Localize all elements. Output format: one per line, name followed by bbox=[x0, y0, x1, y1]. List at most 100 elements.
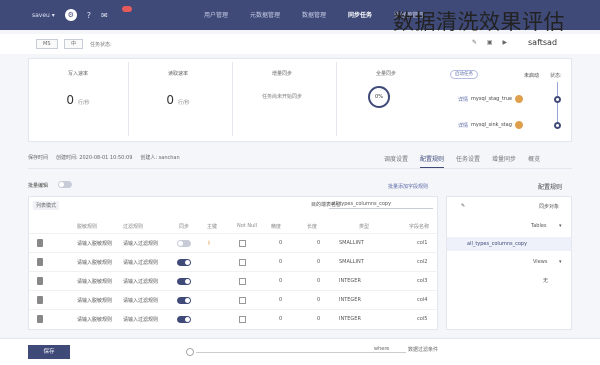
filter-rule-input[interactable]: 请输入过滤规则 bbox=[123, 240, 158, 247]
source-detail-link[interactable]: 详情 bbox=[458, 96, 468, 103]
column-header: 精度 bbox=[271, 224, 282, 230]
table-row: col1 SMALLINT 0 0 ⚷ 请输入过滤规则 请输入脱敏规则 bbox=[29, 233, 439, 252]
column-header: Not Null bbox=[237, 223, 258, 229]
sync-toggle[interactable] bbox=[177, 316, 191, 323]
field-type-select[interactable]: INTEGER bbox=[339, 297, 361, 303]
batch-add-rules-link[interactable]: 批量添加字段规则 bbox=[388, 183, 428, 190]
tab[interactable]: 概览 bbox=[528, 154, 540, 168]
source-detail-link[interactable]: 详情 bbox=[458, 122, 468, 129]
tab[interactable]: 任务设置 bbox=[456, 154, 480, 168]
divider bbox=[28, 168, 572, 169]
nav-item[interactable]: 数据管理 bbox=[302, 10, 326, 19]
help-icon[interactable]: ? bbox=[87, 11, 91, 20]
field-type-select[interactable]: SMALLINT bbox=[339, 240, 364, 246]
column-header: 长度 bbox=[307, 224, 318, 230]
status-value: 未启动 bbox=[524, 73, 540, 79]
not-null-checkbox[interactable] bbox=[239, 240, 246, 247]
tree-empty-text: 无 bbox=[543, 278, 549, 284]
field-name: col3 bbox=[417, 278, 428, 284]
primary-key-icon: ⚷ bbox=[207, 240, 211, 246]
source-item: 详情 mysql_sink_stag bbox=[458, 121, 523, 129]
task-tabs: 调度设置 配置规则 任务设置 增量同步 概览 bbox=[384, 154, 540, 168]
metric-unit: 行/秒 bbox=[77, 100, 90, 106]
not-null-checkbox[interactable] bbox=[239, 278, 246, 285]
tree-node-selected-table[interactable]: all_types_columns_copy bbox=[467, 241, 527, 247]
filter-rule-input[interactable]: 请输入过滤规则 bbox=[123, 278, 158, 285]
filter-rule-input[interactable]: 请输入过滤规则 bbox=[123, 259, 158, 266]
field-length: 0 bbox=[317, 240, 321, 246]
field-length: 0 bbox=[317, 278, 321, 284]
section-title: 配置规则 bbox=[538, 184, 563, 191]
chevron-down-icon[interactable]: ▾ bbox=[559, 223, 562, 229]
filter-radio[interactable] bbox=[186, 348, 194, 356]
metric-value: 0 bbox=[166, 93, 175, 107]
footer-bar: 保存 where 数据过滤条件 bbox=[0, 338, 600, 365]
batch-edit-toggle[interactable] bbox=[58, 181, 72, 188]
field-type-select[interactable]: INTEGER bbox=[339, 316, 361, 322]
tab[interactable]: 增量同步 bbox=[492, 154, 516, 168]
progress-percent: 0% bbox=[375, 94, 383, 100]
mask-rule-input[interactable]: 请输入脱敏规则 bbox=[77, 278, 112, 285]
start-task-button[interactable]: 启动任务 bbox=[450, 70, 478, 79]
database-icon bbox=[515, 95, 524, 103]
nav-item[interactable]: 用户管理 bbox=[204, 10, 228, 19]
save-button[interactable]: 保存 bbox=[28, 345, 70, 359]
field-precision: 0 bbox=[279, 240, 283, 246]
tree-node-views[interactable]: Views bbox=[533, 259, 547, 265]
column-header: 主键 bbox=[207, 224, 218, 230]
settings-icon[interactable]: ⚙ bbox=[64, 9, 77, 21]
table-row: col3 INTEGER 0 0 请输入过滤规则 请输入脱敏规则 bbox=[29, 271, 439, 290]
progress-ring: 0% bbox=[368, 86, 390, 108]
target-table-input[interactable]: all_types_columns_copy bbox=[329, 199, 433, 209]
sync-toggle[interactable] bbox=[177, 259, 191, 266]
metric-title: 读取速率 bbox=[167, 71, 188, 77]
database-icon bbox=[514, 121, 523, 129]
list-mode-tag[interactable]: 列表模式 bbox=[33, 201, 60, 210]
field-length: 0 bbox=[317, 259, 321, 265]
header-tools[interactable]: ✎ ▣ ▶ bbox=[472, 39, 511, 46]
edit-icon[interactable]: ✎ bbox=[461, 203, 465, 209]
notification-icon[interactable]: ✉ bbox=[101, 11, 108, 20]
source-name: mysql_sink_stag bbox=[471, 122, 512, 128]
metric-unit: 行/秒 bbox=[177, 100, 190, 106]
nav-item[interactable]: 元数据管理 bbox=[250, 10, 280, 19]
column-header: 字段名称 bbox=[409, 224, 430, 230]
column-header: 同步 bbox=[179, 224, 190, 230]
workspace-select[interactable]: saveu ▾ bbox=[32, 12, 55, 19]
overlay-title: 数据清洗效果评估 bbox=[393, 10, 565, 34]
table-header: 字段名称 类型 长度 精度 Not Null 主键 同步 过滤规则 脱敏规则 bbox=[29, 221, 439, 231]
tab[interactable]: 调度设置 bbox=[384, 154, 408, 168]
not-null-checkbox[interactable] bbox=[239, 259, 246, 266]
tree-node-tables[interactable]: Tables bbox=[531, 223, 547, 229]
sync-toggle[interactable] bbox=[177, 297, 191, 304]
column-header: 类型 bbox=[359, 224, 370, 230]
filter-rule-input[interactable]: 请输入过滤规则 bbox=[123, 297, 158, 304]
mask-rule-input[interactable]: 请输入脱敏规则 bbox=[77, 297, 112, 304]
chevron-down-icon[interactable]: ▾ bbox=[559, 259, 562, 265]
delete-icon[interactable] bbox=[37, 296, 43, 304]
read-rate-metric: 读取速率 0 行/秒 bbox=[128, 70, 228, 107]
tag-chip[interactable]: 中 bbox=[64, 39, 84, 49]
sync-toggle[interactable] bbox=[177, 278, 191, 285]
delete-icon[interactable] bbox=[37, 239, 43, 247]
field-length: 0 bbox=[317, 316, 321, 322]
tab-active[interactable]: 配置规则 bbox=[420, 154, 445, 168]
not-null-checkbox[interactable] bbox=[239, 316, 246, 323]
not-null-checkbox[interactable] bbox=[239, 297, 246, 304]
info-item: 创建人: sanchan bbox=[140, 155, 180, 161]
field-type-select[interactable]: INTEGER bbox=[339, 278, 361, 284]
delete-icon[interactable] bbox=[37, 315, 43, 323]
mask-rule-input[interactable]: 请输入脱敏规则 bbox=[77, 316, 112, 323]
field-type-select[interactable]: SMALLINT bbox=[339, 259, 364, 265]
delete-icon[interactable] bbox=[37, 277, 43, 285]
mask-rule-input[interactable]: 请输入脱敏规则 bbox=[77, 240, 112, 247]
tag-chip[interactable]: MS bbox=[36, 39, 58, 49]
nav-item-active[interactable]: 同步任务 bbox=[348, 10, 372, 19]
filter-rule-input[interactable]: 请输入过滤规则 bbox=[123, 316, 158, 323]
task-title: saftsad bbox=[528, 38, 558, 47]
mask-rule-input[interactable]: 请输入脱敏规则 bbox=[77, 259, 112, 266]
task-status-label: 任务状态: bbox=[90, 42, 112, 48]
delete-icon[interactable] bbox=[37, 258, 43, 266]
sync-toggle[interactable] bbox=[177, 240, 191, 247]
table-row: col5 INTEGER 0 0 请输入过滤规则 请输入脱敏规则 bbox=[29, 309, 439, 328]
